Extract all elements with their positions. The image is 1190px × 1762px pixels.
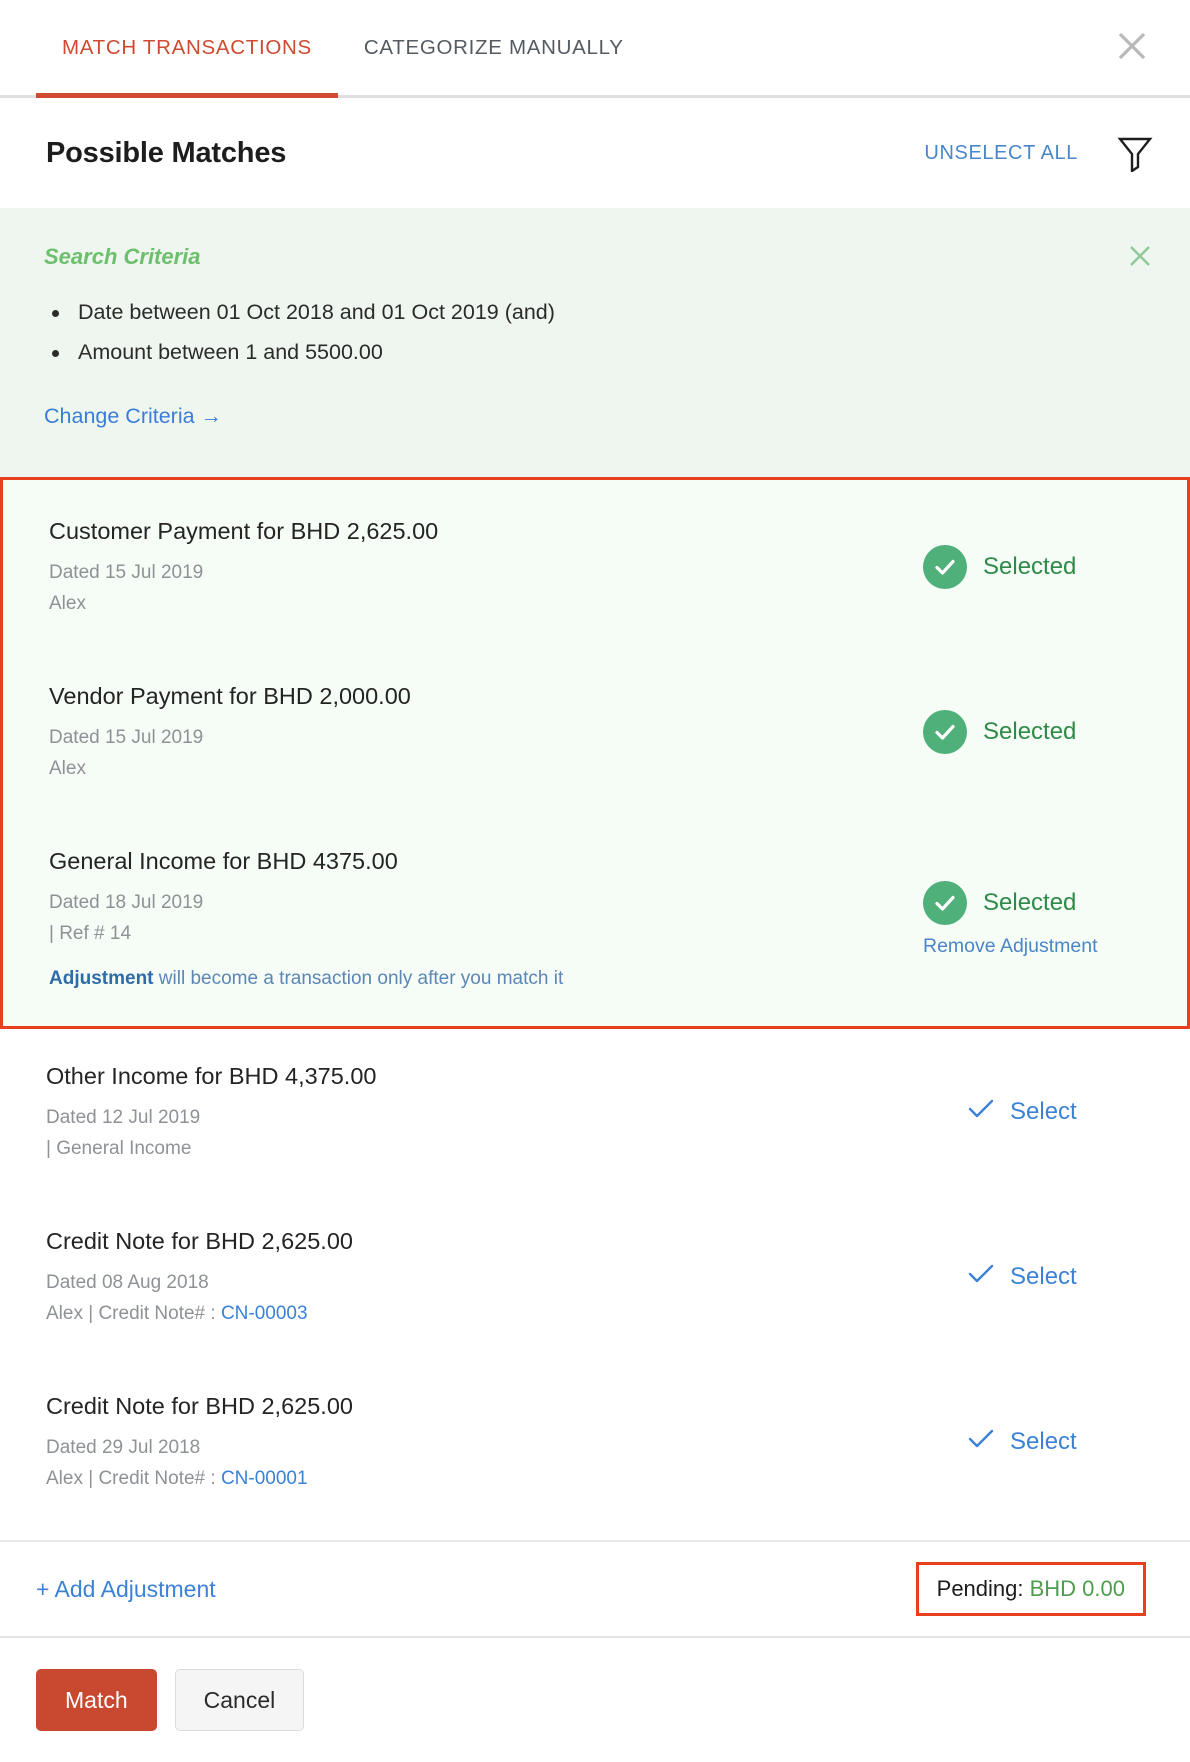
match-action: Select (916, 1098, 1146, 1126)
match-detail: Alex (49, 588, 893, 619)
match-row[interactable]: Credit Note for BHD 2,625.00 Dated 29 Ju… (0, 1359, 1190, 1524)
credit-note-link[interactable]: CN-00001 (221, 1468, 308, 1489)
match-row[interactable]: Other Income for BHD 4,375.00 Dated 12 J… (0, 1029, 1190, 1194)
selected-matches-group: Customer Payment for BHD 2,625.00 Dated … (0, 477, 1190, 1029)
checkmark-icon (968, 1098, 994, 1125)
cancel-button[interactable]: Cancel (175, 1669, 305, 1731)
match-detail: | Ref # 14 (49, 918, 893, 949)
criteria-close-icon[interactable] (1126, 242, 1154, 270)
dialog-header: Possible Matches UNSELECT ALL (0, 98, 1190, 208)
match-details: Vendor Payment for BHD 2,000.00 Dated 15… (49, 679, 913, 784)
check-circle-icon (923, 710, 967, 754)
match-action: Selected (913, 545, 1143, 589)
match-title: Other Income for BHD 4,375.00 (46, 1059, 896, 1093)
match-date: Dated 08 Aug 2018 (46, 1267, 896, 1298)
tab-match-transactions-label: MATCH TRANSACTIONS (62, 36, 312, 60)
selected-label: Selected (983, 889, 1076, 917)
match-title: Customer Payment for BHD 2,625.00 (49, 514, 893, 548)
tab-list: MATCH TRANSACTIONS CATEGORIZE MANUALLY (0, 0, 650, 95)
match-date: Dated 15 Jul 2019 (49, 557, 893, 588)
match-action: Selected Remove Adjustment (913, 881, 1143, 958)
matches-scroll-area[interactable]: Search Criteria Date between 01 Oct 2018… (0, 208, 1190, 1540)
adjustment-note-rest: will become a transaction only after you… (154, 968, 564, 989)
check-circle-icon (923, 545, 967, 589)
close-icon[interactable] (1112, 26, 1152, 66)
selected-status[interactable]: Selected (923, 545, 1076, 589)
match-detail: Alex | Credit Note# : CN-00001 (46, 1463, 896, 1494)
match-date: Dated 15 Jul 2019 (49, 722, 893, 753)
match-detail: Alex (49, 753, 893, 784)
adjustment-note: Adjustment will become a transaction onl… (49, 963, 893, 994)
match-row-adjustment[interactable]: General Income for BHD 4375.00 Dated 18 … (3, 814, 1187, 1024)
page-title: Possible Matches (46, 137, 286, 170)
match-title: Vendor Payment for BHD 2,000.00 (49, 679, 893, 713)
add-adjustment-button[interactable]: + Add Adjustment (36, 1576, 216, 1603)
search-criteria-panel: Search Criteria Date between 01 Oct 2018… (0, 208, 1190, 477)
pending-amount: BHD 0.00 (1030, 1576, 1125, 1601)
match-details: Credit Note for BHD 2,625.00 Dated 29 Ju… (46, 1389, 916, 1494)
tab-match-transactions[interactable]: MATCH TRANSACTIONS (36, 0, 338, 95)
tab-bar: MATCH TRANSACTIONS CATEGORIZE MANUALLY (0, 0, 1190, 98)
match-details: Credit Note for BHD 2,625.00 Dated 08 Au… (46, 1224, 916, 1329)
credit-note-link[interactable]: CN-00003 (221, 1303, 308, 1324)
remove-adjustment-link[interactable]: Remove Adjustment (923, 935, 1098, 958)
match-title: Credit Note for BHD 2,625.00 (46, 1224, 896, 1258)
match-detail-text: Alex | Credit Note# : (46, 1303, 221, 1324)
match-date: Dated 18 Jul 2019 (49, 887, 893, 918)
pending-amount-box: Pending: BHD 0.00 (916, 1562, 1146, 1616)
match-row[interactable]: Customer Payment for BHD 2,625.00 Dated … (3, 484, 1187, 649)
match-action: Select (916, 1263, 1146, 1291)
match-transactions-dialog: MATCH TRANSACTIONS CATEGORIZE MANUALLY P… (0, 0, 1190, 1762)
filter-funnel-icon[interactable] (1114, 131, 1156, 175)
selected-status[interactable]: Selected (923, 710, 1076, 754)
adjustment-footer: + Add Adjustment Pending: BHD 0.00 (0, 1540, 1190, 1636)
match-detail-text: Alex | Credit Note# : (46, 1468, 221, 1489)
select-label: Select (1010, 1098, 1077, 1126)
match-title: General Income for BHD 4375.00 (49, 844, 893, 878)
unselect-all-button[interactable]: UNSELECT ALL (924, 142, 1078, 165)
match-details: General Income for BHD 4375.00 Dated 18 … (49, 844, 913, 994)
change-criteria-link[interactable]: Change Criteria → (44, 404, 222, 429)
select-button[interactable]: Select (926, 1098, 1077, 1126)
match-detail: | General Income (46, 1133, 896, 1164)
action-button-bar: Match Cancel (0, 1636, 1190, 1762)
select-button[interactable]: Select (926, 1428, 1077, 1456)
match-detail: Alex | Credit Note# : CN-00003 (46, 1298, 896, 1329)
criteria-item: Date between 01 Oct 2018 and 01 Oct 2019… (44, 294, 1150, 330)
select-label: Select (1010, 1428, 1077, 1456)
criteria-item: Amount between 1 and 5500.00 (44, 334, 1150, 370)
search-criteria-title: Search Criteria (44, 244, 1150, 270)
match-title: Credit Note for BHD 2,625.00 (46, 1389, 896, 1423)
match-date: Dated 29 Jul 2018 (46, 1432, 896, 1463)
adjustment-note-bold: Adjustment (49, 968, 154, 989)
selected-label: Selected (983, 718, 1076, 746)
tab-categorize-manually-label: CATEGORIZE MANUALLY (364, 36, 624, 60)
tab-categorize-manually[interactable]: CATEGORIZE MANUALLY (338, 0, 650, 95)
select-button[interactable]: Select (926, 1263, 1077, 1291)
selected-label: Selected (983, 553, 1076, 581)
checkmark-icon (968, 1263, 994, 1290)
criteria-list: Date between 01 Oct 2018 and 01 Oct 2019… (44, 294, 1150, 370)
match-details: Customer Payment for BHD 2,625.00 Dated … (49, 514, 913, 619)
match-action: Select (916, 1428, 1146, 1456)
match-date: Dated 12 Jul 2019 (46, 1102, 896, 1133)
pending-label: Pending: (937, 1576, 1030, 1601)
match-button[interactable]: Match (36, 1669, 157, 1731)
selected-status[interactable]: Selected (923, 881, 1076, 925)
checkmark-icon (968, 1428, 994, 1455)
match-row[interactable]: Vendor Payment for BHD 2,000.00 Dated 15… (3, 649, 1187, 814)
select-label: Select (1010, 1263, 1077, 1291)
match-details: Other Income for BHD 4,375.00 Dated 12 J… (46, 1059, 916, 1164)
check-circle-icon (923, 881, 967, 925)
match-row[interactable]: Credit Note for BHD 2,625.00 Dated 08 Au… (0, 1194, 1190, 1359)
match-detail-text: | General Income (46, 1138, 191, 1159)
match-action: Selected (913, 710, 1143, 754)
